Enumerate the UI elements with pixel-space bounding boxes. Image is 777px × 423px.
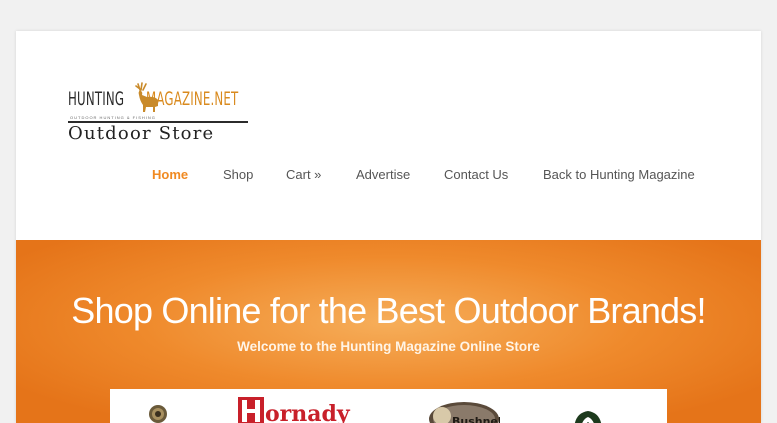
brand-bushnell-wordmark: Bushnell (452, 415, 500, 423)
hero-banner: Shop Online for the Best Outdoor Brands!… (16, 240, 761, 423)
brand-hornady-wordmark: ornady (265, 401, 351, 423)
nav-back-to-hunting-magazine[interactable]: Back to Hunting Magazine (543, 167, 695, 182)
logo-wordmark: HUNTING MAGAZINE.NET (68, 82, 268, 116)
logo-word-hunting: HUNTING (68, 88, 125, 110)
logo-subtitle: Outdoor Store (68, 123, 215, 144)
deer-icon (135, 82, 158, 112)
nav-contact-us[interactable]: Contact Us (444, 167, 508, 182)
nav-shop[interactable]: Shop (223, 167, 253, 182)
hero-title: Shop Online for the Best Outdoor Brands! (71, 290, 706, 331)
hero-subtitle: Welcome to the Hunting Magazine Online S… (237, 339, 540, 354)
brand-hornady-logo[interactable]: ornady (238, 397, 388, 423)
page-container: HUNTING MAGAZINE.NET OUTDOOR HUNTING & F… (16, 31, 761, 423)
logo-tagline: OUTDOOR HUNTING & FISHING (70, 115, 156, 120)
brand-bushnell-logo[interactable]: Bushnell (428, 401, 500, 423)
brand-logo-strip: ornady Bushnell (110, 389, 667, 423)
nav-cart[interactable]: Cart » (286, 167, 321, 182)
brand-emblem-logo[interactable] (148, 403, 168, 423)
nav-advertise[interactable]: Advertise (356, 167, 410, 182)
nav-home[interactable]: Home (152, 167, 188, 182)
main-navigation: Home Shop Cart » Advertise Contact Us Ba… (16, 161, 761, 189)
brand-mossy-oak-logo[interactable] (572, 407, 604, 423)
site-logo[interactable]: HUNTING MAGAZINE.NET OUTDOOR HUNTING & F… (68, 82, 268, 152)
